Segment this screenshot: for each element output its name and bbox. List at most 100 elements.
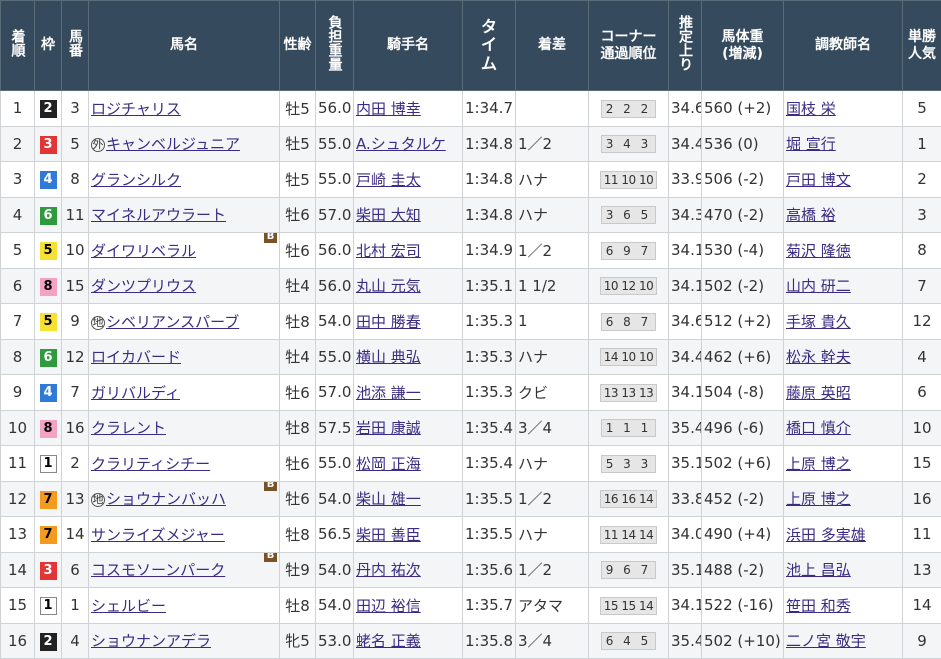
frame-badge: 1 — [40, 597, 57, 615]
jockey-link[interactable]: 柴田 善臣 — [356, 526, 421, 544]
header-time[interactable]: タイム — [463, 1, 516, 91]
corner-cell: 3 6 5 — [589, 197, 669, 233]
horse-no-cell: 6 — [62, 552, 89, 588]
trainer-link[interactable]: 戸田 博文 — [786, 171, 851, 189]
frame-cell: 7 — [35, 481, 62, 517]
trainer-cell: 菊沢 隆徳 — [784, 233, 903, 269]
time-value: 1:35.4 — [465, 419, 513, 437]
header-sex-age[interactable]: 性齢 — [280, 1, 316, 91]
margin-cell: 1／2 — [516, 481, 589, 517]
horse-name-link[interactable]: クラレント — [91, 419, 166, 437]
trainer-link[interactable]: 山内 研二 — [786, 277, 851, 295]
margin-value: 1 — [518, 312, 528, 330]
blinker-icon: B — [264, 481, 277, 491]
horse-name-link[interactable]: ロイカバード — [91, 348, 181, 366]
sex-age-cell: 牡6 — [280, 446, 316, 482]
rank-cell: 4 — [1, 197, 35, 233]
horse-name-link[interactable]: ロジチャリス — [91, 100, 181, 118]
frame-cell: 6 — [35, 339, 62, 375]
trainer-link[interactable]: 浜田 多実雄 — [786, 526, 866, 544]
header-weight-carried[interactable]: 負担重量 — [316, 1, 354, 91]
trainer-link[interactable]: 松永 幹夫 — [786, 348, 851, 366]
jockey-link[interactable]: 戸崎 圭太 — [356, 171, 421, 189]
horse-name-link[interactable]: グランシルク — [91, 171, 181, 189]
sex-age-cell: 牡9 — [280, 552, 316, 588]
jockey-link[interactable]: 松岡 正海 — [356, 455, 421, 473]
corner-positions: 2 2 2 — [601, 100, 657, 118]
header-horse-name[interactable]: 馬名 — [89, 1, 280, 91]
jockey-link[interactable]: A.シュタルケ — [356, 135, 446, 153]
header-frame[interactable]: 枠 — [35, 1, 62, 91]
table-row: 6815ダンツプリウス牡456.0丸山 元気1:35.11 1/210 12 1… — [1, 268, 941, 304]
corner-positions: 15 15 14 — [600, 597, 657, 615]
table-row: 123ロジチャリス牡556.0内田 博幸1:34.72 2 234.6560 (… — [1, 91, 941, 127]
trainer-link[interactable]: 橋口 慎介 — [786, 419, 851, 437]
horse-name-link[interactable]: マイネルアウラート — [91, 206, 226, 224]
header-popularity[interactable]: 単勝人気 — [903, 1, 941, 91]
jockey-link[interactable]: 横山 典弘 — [356, 348, 421, 366]
header-horse-no[interactable]: 馬番 — [62, 1, 89, 91]
horse-name-link[interactable]: ショウナンアデラ — [91, 632, 211, 650]
horse-no-cell: 7 — [62, 375, 89, 411]
horse-name-link[interactable]: ダイワリベラル — [91, 242, 196, 260]
horse-name-link[interactable]: サンライズメジャー — [91, 526, 225, 544]
jockey-link[interactable]: 北村 宏司 — [356, 242, 421, 260]
corner-positions: 16 16 14 — [600, 490, 657, 508]
header-jockey[interactable]: 騎手名 — [354, 1, 463, 91]
jockey-link[interactable]: 池添 謙一 — [356, 384, 421, 402]
jockey-link[interactable]: 丸山 元気 — [356, 277, 421, 295]
header-corner[interactable]: コーナー通過順位 — [589, 1, 669, 91]
trainer-link[interactable]: 堀 宣行 — [786, 135, 836, 153]
header-last3f[interactable]: 推定上り — [669, 1, 702, 91]
sex-age-cell: 牡6 — [280, 481, 316, 517]
jockey-link[interactable]: 丹内 祐次 — [356, 561, 421, 579]
jockey-link[interactable]: 柴田 大知 — [356, 206, 421, 224]
jockey-link[interactable]: 内田 博幸 — [356, 100, 421, 118]
header-margin[interactable]: 着差 — [516, 1, 589, 91]
jockey-link[interactable]: 岩田 康誠 — [356, 419, 421, 437]
horse-name-link[interactable]: ガリバルディ — [91, 384, 180, 402]
header-body-weight[interactable]: 馬体重(増減) — [702, 1, 784, 91]
horse-name-link[interactable]: シベリアンスパーブ — [106, 313, 239, 331]
horse-name-link[interactable]: ショウナンバッハ — [106, 490, 226, 508]
horse-name-link[interactable]: コスモソーンパーク — [91, 561, 225, 579]
jockey-link[interactable]: 蛯名 正義 — [356, 632, 421, 650]
margin-value: ハナ — [518, 455, 548, 473]
time-cell: 1:34.8 — [463, 162, 516, 198]
trainer-link[interactable]: 手塚 貴久 — [786, 313, 851, 331]
corner-cell: 10 12 10 — [589, 268, 669, 304]
last3f-value: 33.9 — [671, 170, 702, 188]
horse-name-link[interactable]: クラリティシチー — [91, 455, 210, 473]
time-cell: 1:35.5 — [463, 517, 516, 553]
last3f-cell: 34.1 — [669, 268, 702, 304]
jockey-link[interactable]: 柴山 雄一 — [356, 490, 421, 508]
trainer-link[interactable]: 国枝 栄 — [786, 100, 836, 118]
weight-carried-cell: 53.0 — [316, 623, 354, 659]
sex-age-cell: 牝5 — [280, 623, 316, 659]
horse-name-link[interactable]: シェルビー — [91, 597, 166, 615]
trainer-link[interactable]: 藤原 英昭 — [786, 384, 851, 402]
header-trainer[interactable]: 調教師名 — [784, 1, 903, 91]
trainer-link[interactable]: 上原 博之 — [786, 455, 851, 473]
jockey-link[interactable]: 田辺 裕信 — [356, 597, 421, 615]
header-rank[interactable]: 着順 — [1, 1, 35, 91]
popularity-cell: 1 — [903, 126, 941, 162]
jockey-link[interactable]: 田中 勝春 — [356, 313, 421, 331]
body-weight-value: 506 (-2) — [704, 170, 764, 188]
frame-cell: 5 — [35, 233, 62, 269]
table-row: 235外キャンベルジュニア牡555.0A.シュタルケ1:34.81／23 4 3… — [1, 126, 941, 162]
header-jockey-label: 騎手名 — [387, 37, 429, 53]
sex-age-value: 牡5 — [285, 100, 310, 118]
trainer-link[interactable]: 池上 昌弘 — [786, 561, 851, 579]
horse-name-link[interactable]: ダンツプリウス — [91, 277, 196, 295]
horse-name-link[interactable]: キャンベルジュニア — [106, 135, 240, 153]
trainer-link[interactable]: 菊沢 隆徳 — [786, 242, 851, 260]
trainer-link[interactable]: 二ノ宮 敬宇 — [786, 632, 866, 650]
trainer-link[interactable]: 高橋 裕 — [786, 206, 836, 224]
frame-badge: 5 — [40, 242, 57, 260]
jockey-cell: 柴山 雄一 — [354, 481, 463, 517]
jockey-cell: A.シュタルケ — [354, 126, 463, 162]
trainer-link[interactable]: 笹田 和秀 — [786, 597, 851, 615]
header-margin-label: 着差 — [538, 37, 566, 53]
trainer-link[interactable]: 上原 博之 — [786, 490, 851, 508]
